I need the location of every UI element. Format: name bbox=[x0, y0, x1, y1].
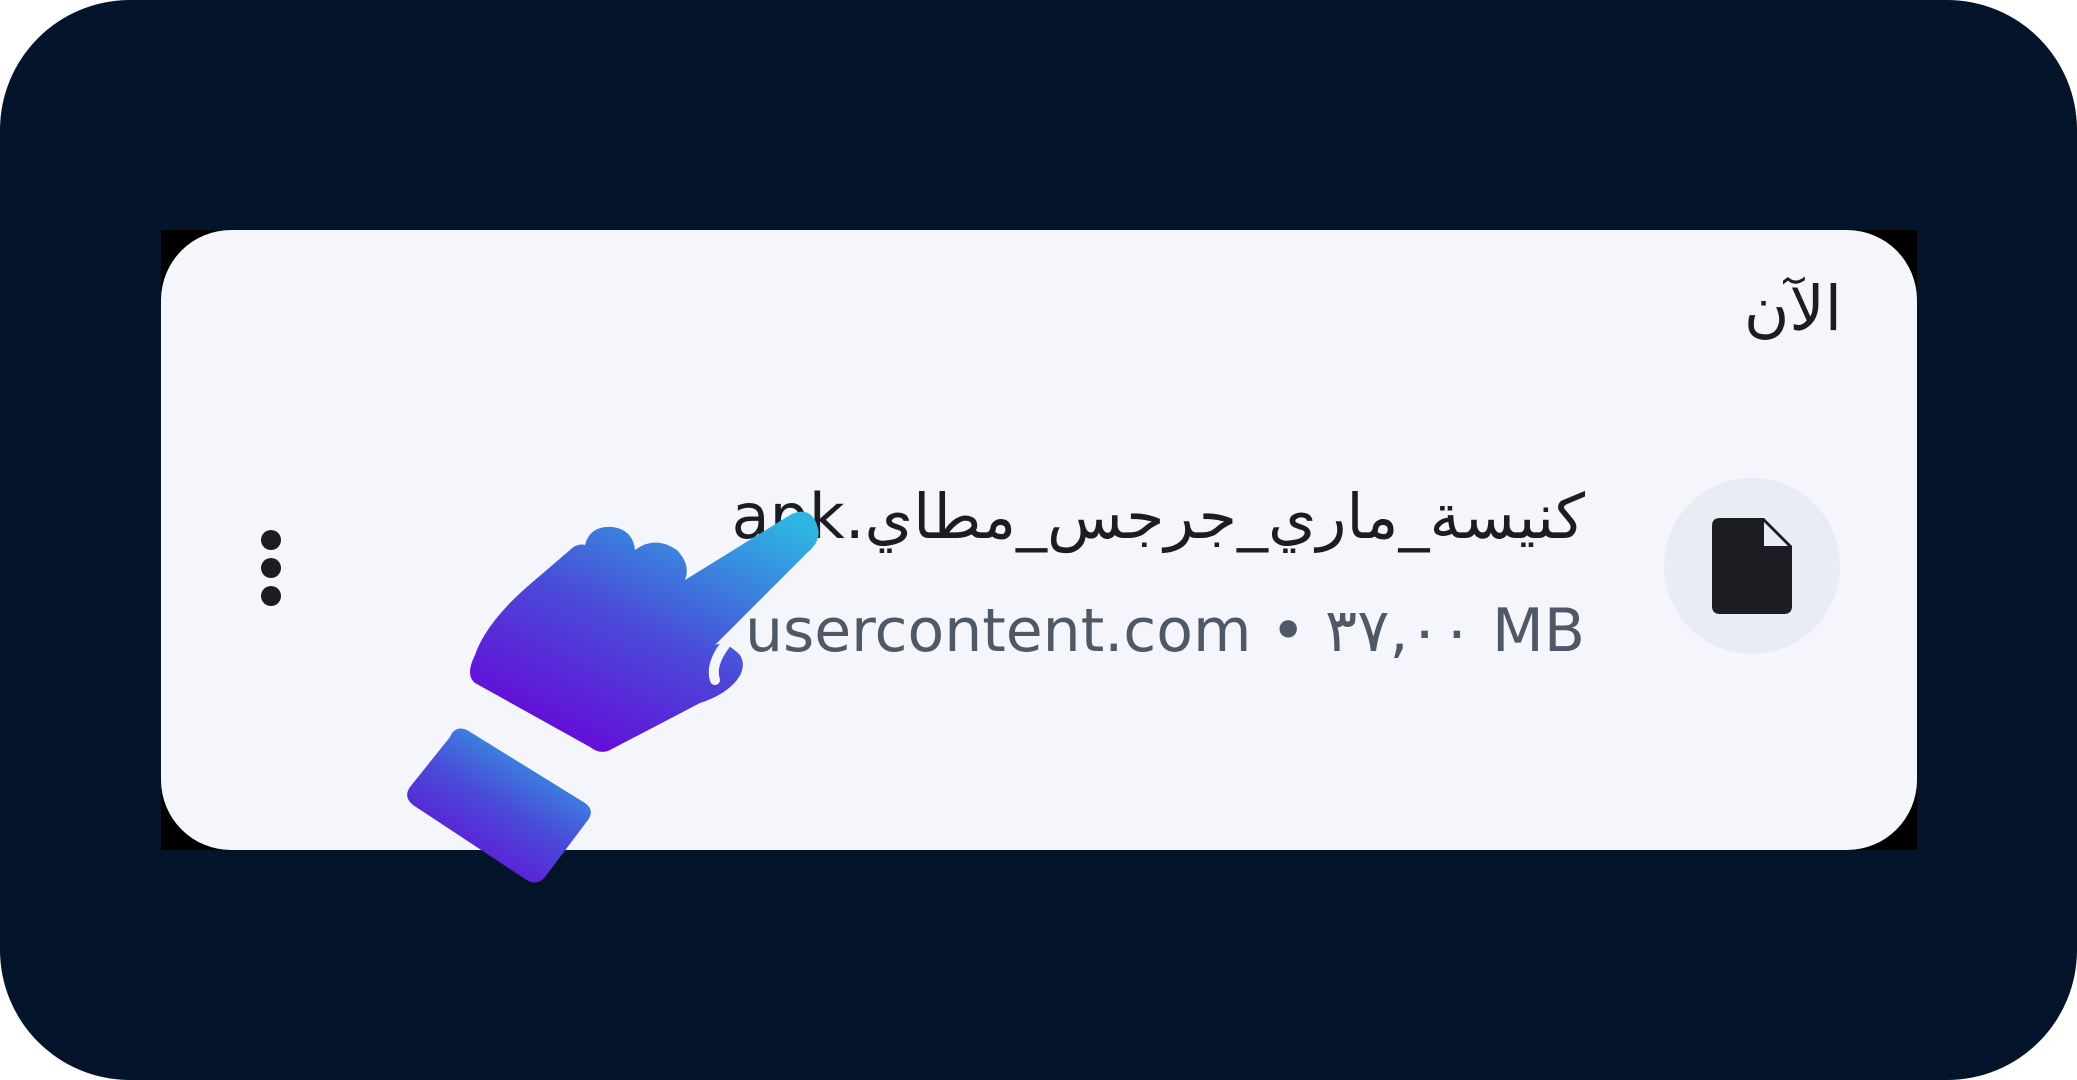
more-vertical-icon-dot bbox=[261, 530, 281, 550]
more-vertical-icon-dot bbox=[261, 586, 281, 606]
download-details: usercontent.com • ٣٧,٠٠ MB bbox=[745, 596, 1585, 666]
download-file-name[interactable]: كنيسة_ماري_جرجس_مطاي.apk bbox=[732, 480, 1585, 553]
screen-frame: الآن كنيسة_ماري_جرجس_مطاي.apk userconten… bbox=[0, 0, 2077, 1080]
download-size: ٣٧,٠٠ MB bbox=[1325, 596, 1585, 666]
pointing-hand-icon bbox=[407, 511, 819, 883]
file-icon-container bbox=[1664, 478, 1840, 654]
details-separator: • bbox=[1270, 596, 1306, 666]
more-options-button[interactable] bbox=[253, 520, 293, 620]
notification-time: الآن bbox=[1743, 272, 1842, 345]
more-vertical-icon-dot bbox=[261, 558, 281, 578]
file-icon bbox=[1712, 518, 1792, 614]
